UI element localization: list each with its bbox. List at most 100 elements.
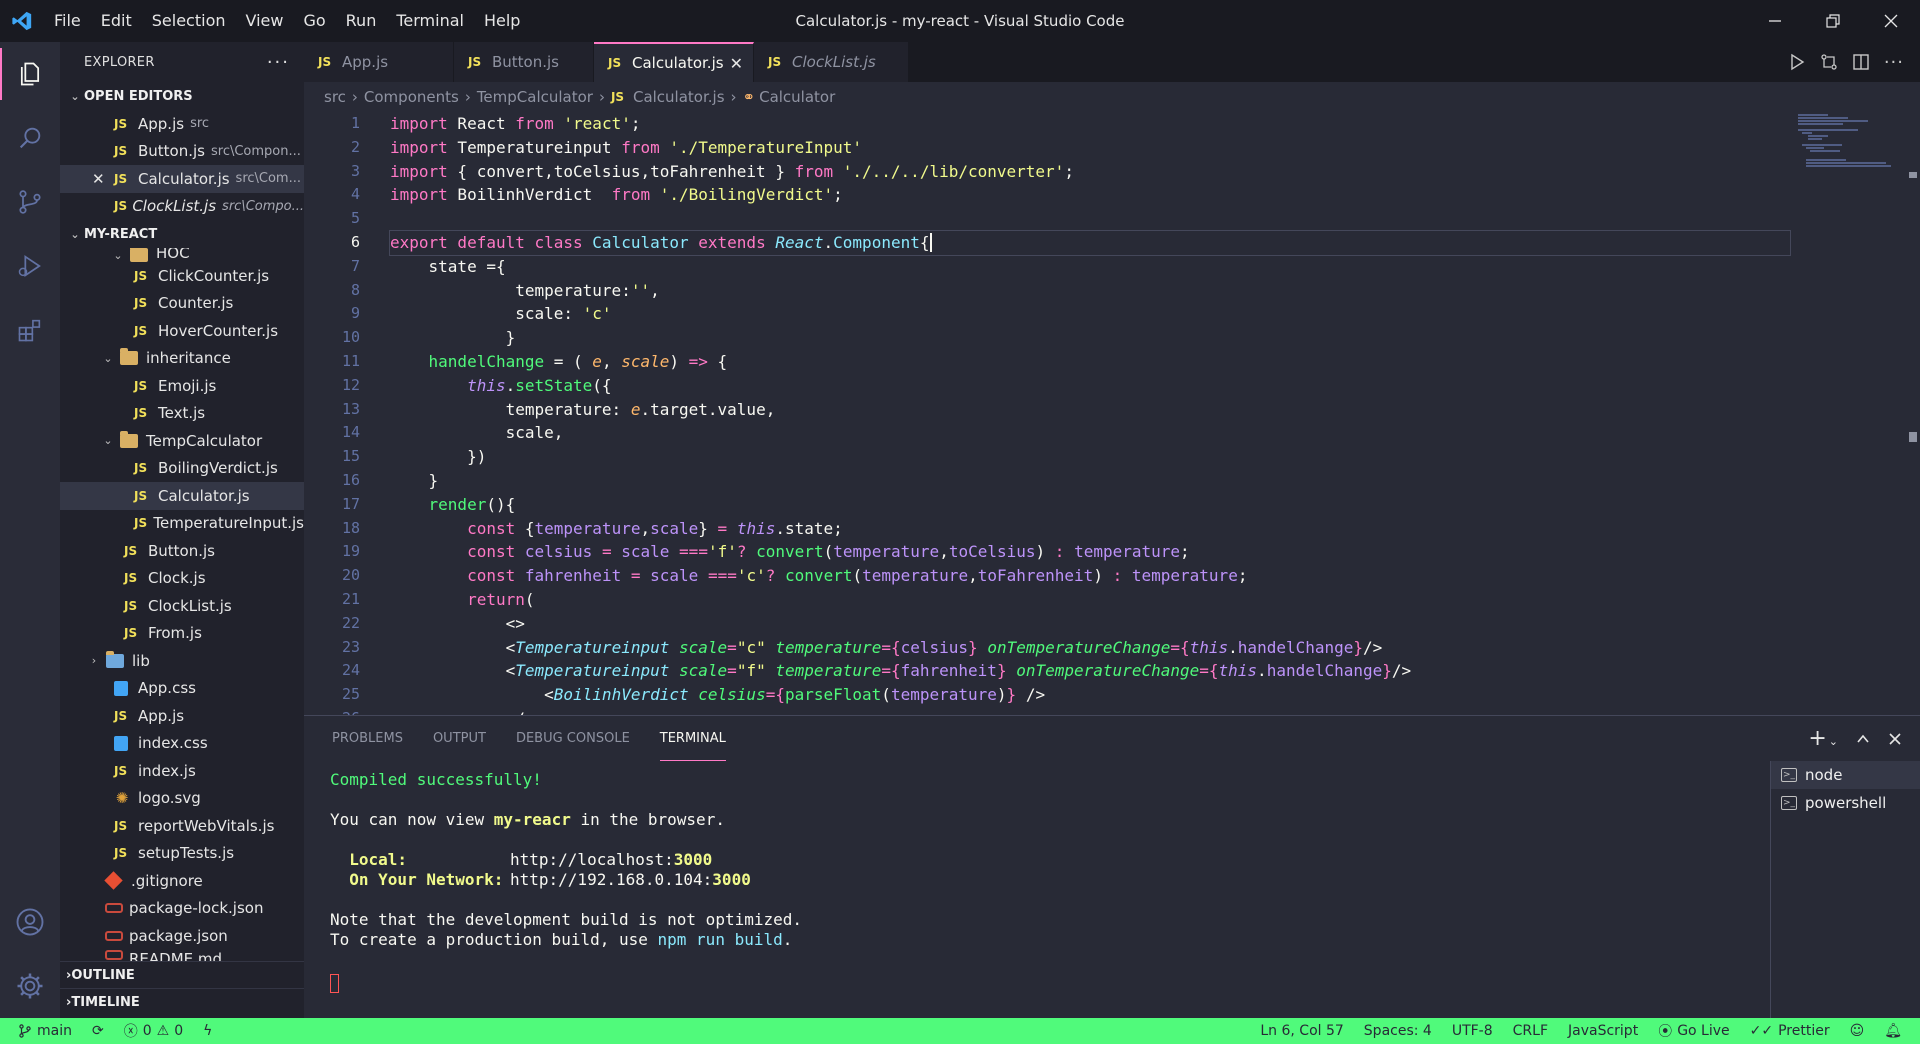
indentation[interactable]: Spaces: 4 (1354, 1018, 1442, 1044)
more-actions-icon[interactable]: ··· (1884, 52, 1904, 73)
problems-status[interactable]: ⓧ 0 ⚠ 0 (114, 1018, 193, 1044)
tree-file[interactable]: index.css (60, 730, 304, 758)
menu-go[interactable]: Go (293, 0, 335, 42)
tab-clocklist-js[interactable]: JS ClockList.js (754, 42, 909, 82)
sync-button[interactable]: ⟳ (82, 1018, 114, 1044)
outline-section[interactable]: › OUTLINE (60, 961, 304, 988)
prettier-status[interactable]: ✓✓ Prettier (1740, 1018, 1840, 1044)
menu-file[interactable]: File (44, 0, 91, 42)
tree-label: index.css (138, 734, 208, 753)
activity-manage[interactable] (0, 954, 60, 1018)
run-icon[interactable] (1788, 53, 1806, 71)
tree-file[interactable]: JS App.js (60, 702, 304, 730)
breadcrumb-item[interactable]: Components (364, 88, 459, 106)
chevron-up-icon[interactable] (1856, 732, 1870, 746)
menu-terminal[interactable]: Terminal (386, 0, 474, 42)
tree-file[interactable]: JS ClockList.js (60, 592, 304, 620)
tab-app-js[interactable]: JS App.js (304, 42, 454, 82)
editor-scrollbar[interactable] (1906, 112, 1920, 715)
branch-status[interactable]: main (0, 1018, 82, 1044)
tree-file[interactable]: JS setupTests.js (60, 840, 304, 868)
terminal-text: in the browser. (570, 810, 725, 829)
tree-file[interactable]: JS Clock.js (60, 565, 304, 593)
tree-file[interactable]: JS BoilingVerdict.js (60, 455, 304, 483)
go-live-button[interactable]: ⦿ Go Live (1648, 1018, 1739, 1044)
tree-file[interactable]: JS index.js (60, 757, 304, 785)
compare-changes-icon[interactable] (1820, 53, 1838, 71)
close-editor-icon[interactable]: ✕ (92, 170, 114, 188)
feedback-button[interactable]: ☺ (1840, 1018, 1875, 1044)
tree-file[interactable]: JS Counter.js (60, 290, 304, 318)
tree-file[interactable]: package.json (60, 922, 304, 950)
activity-explorer[interactable] (0, 42, 60, 106)
language-mode[interactable]: JavaScript (1558, 1018, 1648, 1044)
window-controls (1746, 0, 1920, 42)
cursor-position[interactable]: Ln 6, Col 57 (1250, 1018, 1353, 1044)
tab-debug-console[interactable]: DEBUG CONSOLE (516, 716, 630, 761)
open-editor-item[interactable]: JS App.js src (60, 110, 304, 138)
terminal-item-node[interactable]: >_ node (1771, 761, 1920, 789)
breadcrumb-item[interactable]: Calculator.js (633, 88, 725, 106)
menu-run[interactable]: Run (336, 0, 387, 42)
breadcrumb-item[interactable]: Calculator (759, 88, 835, 106)
open-editor-item[interactable]: JS ClockList.js src\Compo... (60, 193, 304, 221)
terminal-item-powershell[interactable]: >_ powershell (1771, 789, 1920, 817)
split-editor-icon[interactable] (1852, 53, 1870, 71)
tab-button-js[interactable]: JS Button.js (454, 42, 594, 82)
tree-folder-tempcalculator[interactable]: ⌄ TempCalculator (60, 427, 304, 455)
activity-search[interactable] (0, 106, 60, 170)
tree-file[interactable]: JS Emoji.js (60, 372, 304, 400)
open-editor-item[interactable]: JS Button.js src\Compon... (60, 138, 304, 166)
tree-file[interactable]: JS From.js (60, 620, 304, 648)
tab-calculator-js[interactable]: JS Calculator.js ✕ (594, 42, 754, 82)
lightning-button[interactable]: ϟ (193, 1018, 222, 1044)
close-panel-icon[interactable] (1888, 732, 1902, 746)
terminal-output[interactable]: Compiled successfully! You can now view … (330, 770, 802, 993)
tree-folder-inheritance[interactable]: ⌄ inheritance (60, 345, 304, 373)
tree-file[interactable]: JS Text.js (60, 400, 304, 428)
minimize-button[interactable] (1746, 0, 1804, 42)
timeline-section[interactable]: › TIMELINE (60, 988, 304, 1015)
tree-file[interactable]: .gitignore (60, 867, 304, 895)
menu-view[interactable]: View (236, 0, 294, 42)
menu-help[interactable]: Help (474, 0, 530, 42)
encoding[interactable]: UTF-8 (1442, 1018, 1503, 1044)
tree-folder-hoc[interactable]: ⌄ HOC (60, 248, 304, 262)
menu-edit[interactable]: Edit (91, 0, 142, 42)
breadcrumb-item[interactable]: src (324, 88, 346, 106)
project-section[interactable]: ⌄ MY-REACT (60, 220, 304, 248)
open-editors-section[interactable]: ⌄ OPEN EDITORS (60, 82, 304, 110)
tree-file[interactable]: JS HoverCounter.js (60, 317, 304, 345)
breadcrumb-item[interactable]: TempCalculator (477, 88, 593, 106)
activity-extensions[interactable] (0, 298, 60, 362)
more-actions-icon[interactable]: ··· (267, 52, 290, 73)
close-tab-icon[interactable]: ✕ (730, 54, 743, 73)
code-editor[interactable]: 1 2 3 4 5 6 7 8 9 10 11 12 13 14 15 16 17 18 19 20 21 22 23 24 2… (304, 112, 1920, 715)
restore-button[interactable] (1804, 0, 1862, 42)
tab-terminal[interactable]: TERMINAL (659, 716, 726, 761)
tree-file[interactable]: JS Button.js (60, 537, 304, 565)
new-terminal-button[interactable]: + ⌄ (1808, 726, 1838, 751)
tree-file[interactable]: JS ClickCounter.js (60, 262, 304, 290)
code-area[interactable]: import React from 'react'; import Temper… (389, 112, 1791, 715)
tree-label: BoilingVerdict.js (158, 459, 278, 478)
tree-file[interactable]: JS TemperatureInput.js (60, 510, 304, 538)
tree-file-selected[interactable]: JS Calculator.js (60, 482, 304, 510)
tab-problems[interactable]: PROBLEMS (332, 716, 403, 761)
close-window-button[interactable] (1862, 0, 1920, 42)
tree-file[interactable]: package-lock.json (60, 895, 304, 923)
open-editor-item[interactable]: ✕ JS Calculator.js src\Com... (60, 165, 304, 193)
menu-selection[interactable]: Selection (142, 0, 236, 42)
notifications-button[interactable]: 🔔︎ (1874, 1018, 1920, 1044)
line-ending[interactable]: CRLF (1503, 1018, 1558, 1044)
activity-run-debug[interactable] (0, 234, 60, 298)
tree-file[interactable]: App.css (60, 675, 304, 703)
minimap[interactable] (1796, 112, 1906, 172)
tree-file[interactable]: ✺ logo.svg (60, 785, 304, 813)
code-line: } (390, 470, 439, 490)
activity-source-control[interactable] (0, 170, 60, 234)
activity-accounts[interactable] (0, 890, 60, 954)
tree-folder-lib[interactable]: › lib (60, 647, 304, 675)
tab-output[interactable]: OUTPUT (433, 716, 486, 761)
tree-file[interactable]: JS reportWebVitals.js (60, 812, 304, 840)
